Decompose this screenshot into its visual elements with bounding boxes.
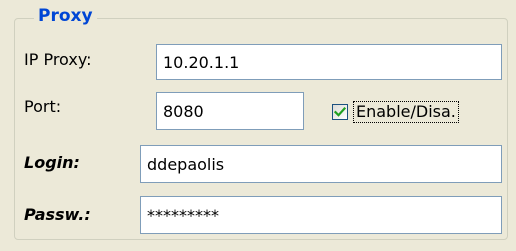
password-label: Passw.: [24, 205, 91, 224]
login-input[interactable]: ddepaolis [140, 145, 502, 183]
ip-proxy-label: IP Proxy: [24, 50, 92, 69]
enable-disable-label[interactable]: Enable/Disa. [353, 101, 459, 123]
port-input[interactable]: 8080 [156, 92, 304, 130]
checkmark-icon [334, 106, 346, 117]
port-label: Port: [24, 97, 62, 116]
checkbox-box[interactable] [332, 104, 348, 120]
ip-proxy-input[interactable]: 10.20.1.1 [156, 44, 502, 80]
password-input[interactable]: ********* [140, 196, 502, 234]
proxy-title: Proxy [34, 4, 97, 28]
login-label: Login: [24, 153, 80, 172]
enable-disable-checkbox[interactable]: Enable/Disa. [332, 101, 459, 123]
